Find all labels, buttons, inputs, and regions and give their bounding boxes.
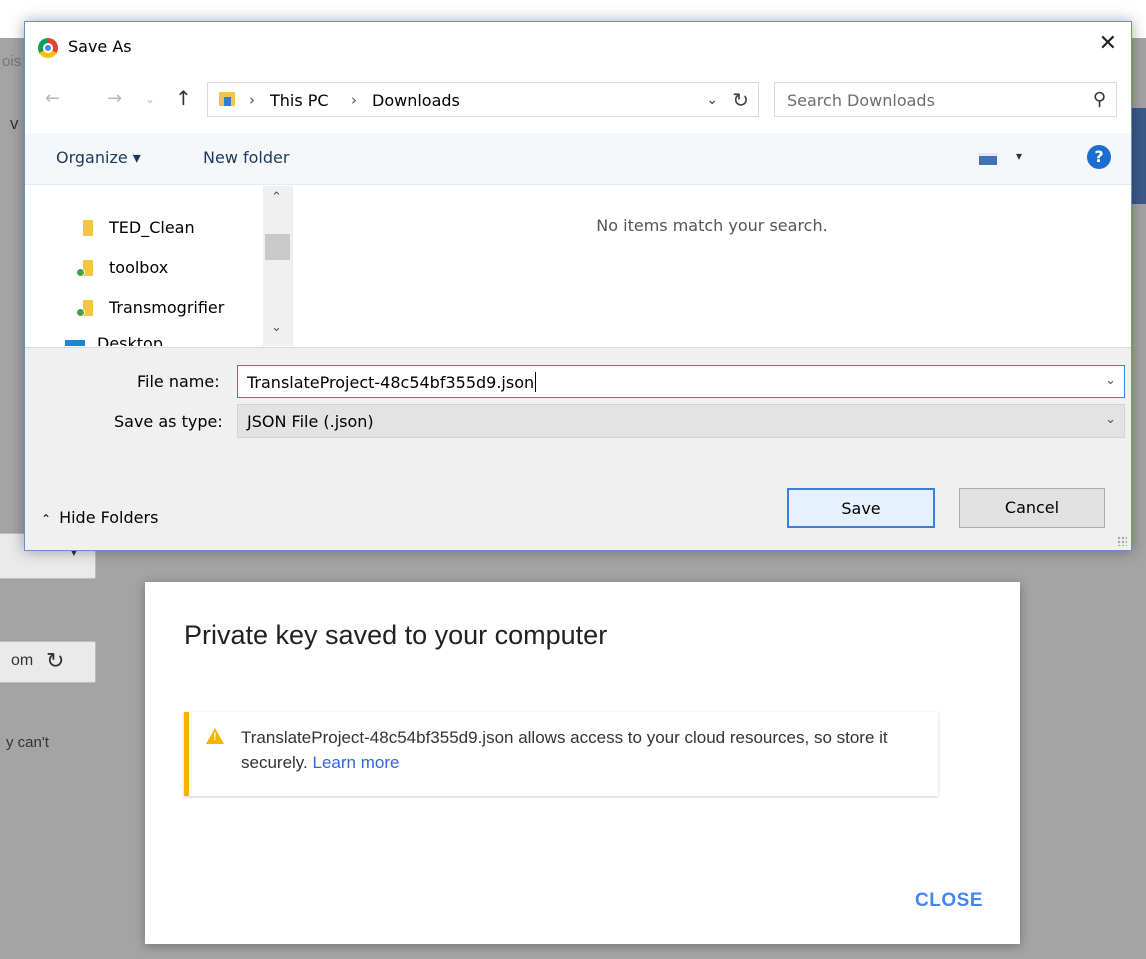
file-name-value: TranslateProject-48c54bf355d9.json xyxy=(247,372,537,392)
forward-arrow-icon[interactable]: → xyxy=(107,88,122,109)
bg-header-bar xyxy=(1132,108,1146,204)
scroll-thumb[interactable] xyxy=(265,234,290,260)
dialog-bottom-panel: File name: TranslateProject-48c54bf355d9… xyxy=(25,347,1131,550)
modal-title: Private key saved to your computer xyxy=(184,620,608,650)
bg-text-fragment: v xyxy=(10,114,19,133)
chevron-down-icon[interactable]: ⌄ xyxy=(1105,373,1116,388)
breadcrumb-this-pc[interactable]: This PC xyxy=(270,91,329,110)
view-options-icon[interactable] xyxy=(979,153,997,165)
scroll-down-icon[interactable]: ⌄ xyxy=(271,320,282,335)
bg-refresh-box: om ↻ xyxy=(0,641,96,683)
tree-item-label: TED_Clean xyxy=(109,218,195,237)
hide-folders-button[interactable]: ⌃ Hide Folders xyxy=(41,508,158,527)
save-type-select[interactable]: JSON File (.json) ⌄ xyxy=(237,404,1125,438)
sync-status-icon xyxy=(76,268,85,277)
help-icon[interactable]: ? xyxy=(1087,145,1111,169)
folder-icon xyxy=(83,220,93,236)
scroll-up-icon[interactable]: ⌃ xyxy=(271,190,282,205)
warning-icon xyxy=(206,728,224,744)
file-list-area: No items match your search. xyxy=(292,186,1131,346)
chevron-up-icon: ⌃ xyxy=(41,512,52,526)
close-button[interactable]: CLOSE xyxy=(915,890,983,912)
bg-text-fragment: y can't xyxy=(6,734,49,751)
organize-menu[interactable]: Organize ▾ xyxy=(56,148,141,167)
bg-text-fragment: om xyxy=(11,652,34,669)
cancel-button[interactable]: Cancel xyxy=(959,488,1105,528)
resize-grip-icon[interactable] xyxy=(1117,536,1127,546)
tree-item-label: Transmogrifier xyxy=(109,298,225,317)
save-type-label: Save as type: xyxy=(114,412,223,431)
tree-item-label: toolbox xyxy=(109,258,169,277)
new-folder-button[interactable]: New folder xyxy=(203,148,289,167)
recent-locations-icon[interactable]: ⌄ xyxy=(145,92,155,106)
warning-text: TranslateProject-48c54bf355d9.json allow… xyxy=(241,728,888,772)
chrome-logo-icon xyxy=(38,38,58,58)
save-button[interactable]: Save xyxy=(787,488,935,528)
back-arrow-icon[interactable]: ← xyxy=(45,88,60,109)
file-name-field[interactable]: TranslateProject-48c54bf355d9.json ⌄ xyxy=(237,365,1125,398)
tree-scrollbar[interactable]: ⌃ ⌄ xyxy=(263,186,292,346)
tree-item-label: Desktop xyxy=(97,334,163,346)
save-as-dialog: Save As ✕ ← → ⌄ ↑ › This PC › Downloads … xyxy=(24,21,1132,551)
close-icon[interactable]: ✕ xyxy=(1099,33,1117,55)
sync-status-icon xyxy=(76,308,85,317)
bg-text-fragment: ois xyxy=(2,53,22,70)
chevron-down-icon[interactable]: ⌄ xyxy=(1105,412,1116,427)
file-name-label: File name: xyxy=(137,372,220,391)
dialog-title: Save As xyxy=(68,37,132,56)
dialog-toolbar: Organize ▾ New folder ▾ ? xyxy=(25,133,1131,185)
warning-notice: TranslateProject-48c54bf355d9.json allow… xyxy=(184,712,938,796)
search-placeholder: Search Downloads xyxy=(787,91,935,110)
address-bar[interactable]: › This PC › Downloads ⌄ ↻ xyxy=(207,82,759,117)
search-icon[interactable]: ⚲ xyxy=(1093,89,1106,110)
up-arrow-icon[interactable]: ↑ xyxy=(175,86,192,110)
desktop-icon xyxy=(65,340,85,346)
empty-message: No items match your search. xyxy=(596,216,828,235)
dialog-titlebar: Save As ✕ xyxy=(25,22,1131,72)
save-type-value: JSON File (.json) xyxy=(247,412,374,431)
navigation-bar: ← → ⌄ ↑ › This PC › Downloads ⌄ ↻ Search… xyxy=(25,78,1131,122)
private-key-modal: Private key saved to your computer Trans… xyxy=(145,582,1020,944)
chevron-down-icon[interactable]: ⌄ xyxy=(706,92,718,108)
downloads-folder-icon xyxy=(219,92,235,106)
breadcrumb-separator-icon: › xyxy=(249,91,255,109)
refresh-icon[interactable]: ↻ xyxy=(732,88,749,112)
learn-more-link[interactable]: Learn more xyxy=(313,753,400,772)
refresh-icon: ↻ xyxy=(46,648,65,673)
breadcrumb-downloads[interactable]: Downloads xyxy=(372,91,460,110)
folder-tree: TED_Clean toolbox Transmogrifier Desktop xyxy=(25,186,292,346)
search-input[interactable]: Search Downloads ⚲ xyxy=(774,82,1117,117)
breadcrumb-separator-icon: › xyxy=(351,91,357,109)
chevron-down-icon[interactable]: ▾ xyxy=(1016,149,1022,163)
